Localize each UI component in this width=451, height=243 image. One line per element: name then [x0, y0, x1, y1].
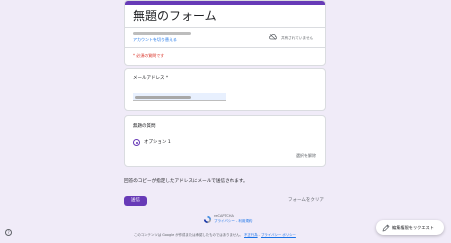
cloud-off-icon — [269, 34, 277, 40]
request-edit-access-label: 編集権限をリクエスト — [392, 224, 434, 230]
pencil-icon — [382, 224, 390, 231]
choice-question-card: 無題の質問 オプション 1 選択を解除 — [124, 115, 326, 167]
switch-account-link[interactable]: アカウントを切り替える — [133, 37, 177, 43]
required-note: * 必須の質問です — [133, 53, 165, 58]
divider — [125, 27, 325, 28]
form-title-card: 無題のフォーム アカウントを切り替える 共有されていません * 必須の質問です — [124, 0, 326, 66]
email-question-card: メールアドレス * — [124, 68, 326, 111]
email-field[interactable] — [133, 93, 226, 101]
recaptcha-title: reCAPTCHA — [214, 214, 234, 218]
email-question-label: メールアドレス * — [133, 76, 169, 81]
option-radio[interactable] — [133, 139, 140, 146]
report-abuse-link[interactable]: 不正行為 — [244, 233, 258, 237]
option-label[interactable]: オプション 1 — [144, 140, 171, 146]
response-copy-note: 回答のコピーが指定したアドレスにメールで送信されます。 — [124, 179, 248, 184]
clear-form-button[interactable]: フォームをクリア — [288, 198, 324, 204]
accent-bar — [125, 1, 325, 5]
recaptcha-links[interactable]: プライバシー - 利用規約 — [214, 219, 252, 223]
email-field-value-redacted — [135, 95, 191, 99]
request-edit-access-button[interactable]: 編集権限をリクエスト — [376, 220, 444, 235]
submit-button[interactable]: 送信 — [124, 196, 147, 206]
help-circle-icon[interactable]: ? — [5, 229, 12, 236]
account-email-redacted — [133, 32, 191, 35]
radio-selected-dot — [135, 141, 138, 144]
footer-disclaimer: このコンテンツは Google が作成または承認したものではありません。 不正行… — [134, 232, 296, 238]
clear-selection-button[interactable]: 選択を解除 — [296, 153, 316, 159]
divider — [125, 47, 325, 48]
footer-text: このコンテンツは Google が作成または承認したものではありません。 — [134, 233, 243, 237]
privacy-policy-link[interactable]: プライバシー ポリシー — [261, 233, 296, 237]
recaptcha-icon — [203, 215, 212, 224]
form-title: 無題のフォーム — [133, 9, 217, 23]
choice-question-label: 無題の質問 — [133, 124, 156, 129]
not-shared-label: 共有されていません — [281, 36, 314, 40]
